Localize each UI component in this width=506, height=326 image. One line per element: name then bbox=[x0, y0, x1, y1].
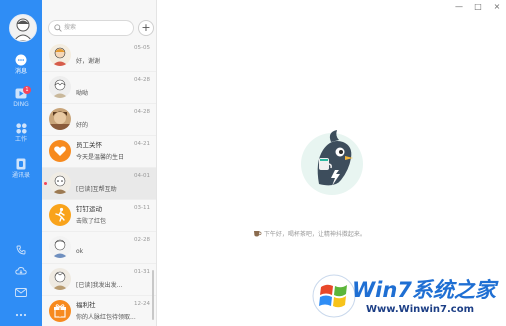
conversation-time: 04-21 bbox=[134, 141, 150, 147]
left-sidebar: 消息 1 DING 工作 通讯录 bbox=[0, 0, 42, 326]
conversation-preview: [已读]我发出发... bbox=[76, 282, 123, 289]
minimize-button[interactable]: — bbox=[452, 2, 466, 11]
conversation-time: 02-28 bbox=[134, 237, 150, 243]
conversation-preview: 今天是温馨的生日 bbox=[76, 154, 125, 161]
nav-ding-label: DING bbox=[13, 101, 29, 108]
conversation-items: 好，谢谢 05-05 呦呦 04-28 好的 04-28 员工关怀 今天是温馨的… bbox=[42, 40, 156, 326]
user-avatar[interactable] bbox=[9, 14, 37, 42]
nav-contacts-label: 通讯录 bbox=[11, 172, 30, 179]
phone-button[interactable] bbox=[0, 240, 42, 259]
contact-avatar bbox=[49, 300, 71, 322]
nav-contacts[interactable]: 通讯录 bbox=[0, 158, 42, 180]
conversation-title: 员工关怀 bbox=[76, 141, 102, 149]
search-placeholder: 搜索 bbox=[64, 24, 77, 31]
conversation-time: 04-01 bbox=[134, 173, 150, 179]
conversation-item[interactable]: [已读]我发出发... 01-31 bbox=[42, 264, 156, 296]
contacts-icon bbox=[16, 158, 26, 170]
conversation-preview: 呦呦 bbox=[76, 90, 89, 97]
close-button[interactable]: × bbox=[490, 2, 504, 11]
watermark-brand: Win7系统之家 bbox=[352, 278, 496, 302]
conversation-item-welfare[interactable]: 福利社 你的人脉红包待领取... 12-24 bbox=[42, 296, 156, 326]
conversation-time: 05-05 bbox=[134, 45, 150, 51]
windows-flag-logo bbox=[312, 274, 356, 318]
dingtalk-window: 消息 1 DING 工作 通讯录 搜索 + 好，谢谢 05-05 呦呦 04-2… bbox=[0, 0, 506, 326]
conversation-title: 福利社 bbox=[76, 301, 96, 309]
nav-messages[interactable]: 消息 bbox=[0, 54, 42, 76]
more-icon bbox=[15, 313, 27, 317]
chat-icon bbox=[15, 54, 27, 66]
ding-badge: 1 bbox=[23, 86, 31, 94]
contact-avatar bbox=[49, 236, 71, 258]
greeting-message: 下午好，喝杯茶吧，让精神抖擞起来。 bbox=[253, 229, 366, 238]
watermark-url: Www.Winwin7.com bbox=[366, 304, 475, 315]
contact-avatar bbox=[49, 204, 71, 226]
add-button[interactable]: + bbox=[138, 20, 154, 36]
conversation-preview: 你的人脉红包待领取... bbox=[76, 314, 136, 321]
win7-watermark: Win7系统之家 Www.Winwin7.com bbox=[308, 270, 506, 326]
conversation-item[interactable]: 好，谢谢 05-05 bbox=[42, 40, 156, 72]
apps-grid-icon bbox=[15, 123, 27, 134]
conversation-preview: ok bbox=[76, 248, 84, 255]
nav-work[interactable]: 工作 bbox=[0, 123, 42, 144]
conversation-item-ding-sports[interactable]: 钉钉运动 击败了红包 03-11 bbox=[42, 200, 156, 232]
contact-avatar bbox=[49, 44, 71, 66]
contact-avatar bbox=[49, 108, 71, 130]
contact-avatar bbox=[49, 172, 71, 194]
nav-work-label: 工作 bbox=[14, 136, 27, 143]
tea-cup-icon bbox=[254, 231, 262, 237]
nav-ding[interactable]: 1 DING bbox=[0, 86, 42, 109]
ding-mascot-illustration bbox=[301, 130, 363, 195]
mail-icon bbox=[15, 288, 27, 297]
maximize-button[interactable]: □ bbox=[471, 2, 485, 11]
conversation-time: 04-28 bbox=[134, 109, 150, 115]
conversation-preview: 好的 bbox=[76, 122, 89, 129]
unread-dot bbox=[44, 182, 47, 185]
nav-messages-label: 消息 bbox=[14, 68, 27, 75]
conversation-preview: 击败了红包 bbox=[76, 218, 107, 225]
conversation-item-employee-care[interactable]: 员工关怀 今天是温馨的生日 04-21 bbox=[42, 136, 156, 168]
conversation-time: 12-24 bbox=[134, 301, 150, 307]
conversation-preview: 好，谢谢 bbox=[76, 58, 101, 65]
conversation-item[interactable]: 呦呦 04-28 bbox=[42, 72, 156, 104]
contact-avatar bbox=[49, 76, 71, 98]
conversation-title: 钉钉运动 bbox=[76, 205, 102, 213]
search-input[interactable]: 搜索 bbox=[48, 20, 134, 36]
contact-avatar bbox=[49, 140, 71, 162]
conversation-time: 03-11 bbox=[134, 205, 150, 211]
conversation-item[interactable]: ok 02-28 bbox=[42, 232, 156, 264]
conversation-preview: [已读]互帮互助 bbox=[76, 186, 117, 193]
mail-button[interactable] bbox=[0, 282, 42, 301]
cloud-button[interactable] bbox=[0, 261, 42, 280]
phone-icon bbox=[16, 245, 26, 255]
contact-avatar bbox=[49, 268, 71, 290]
conversation-item-selected[interactable]: [已读]互帮互助 04-01 bbox=[42, 168, 156, 200]
conversation-time: 01-31 bbox=[134, 269, 150, 275]
greeting-text: 下午好，喝杯茶吧，让精神抖擞起来。 bbox=[263, 231, 366, 238]
more-button[interactable] bbox=[0, 302, 42, 321]
conversation-list: 搜索 + 好，谢谢 05-05 呦呦 04-28 好的 04-28 员工关怀 今… bbox=[42, 0, 157, 326]
search-icon bbox=[54, 24, 62, 32]
cloud-icon bbox=[15, 267, 27, 275]
conversation-time: 04-28 bbox=[134, 77, 150, 83]
list-scrollbar[interactable] bbox=[152, 270, 154, 320]
conversation-item[interactable]: 好的 04-28 bbox=[42, 104, 156, 136]
